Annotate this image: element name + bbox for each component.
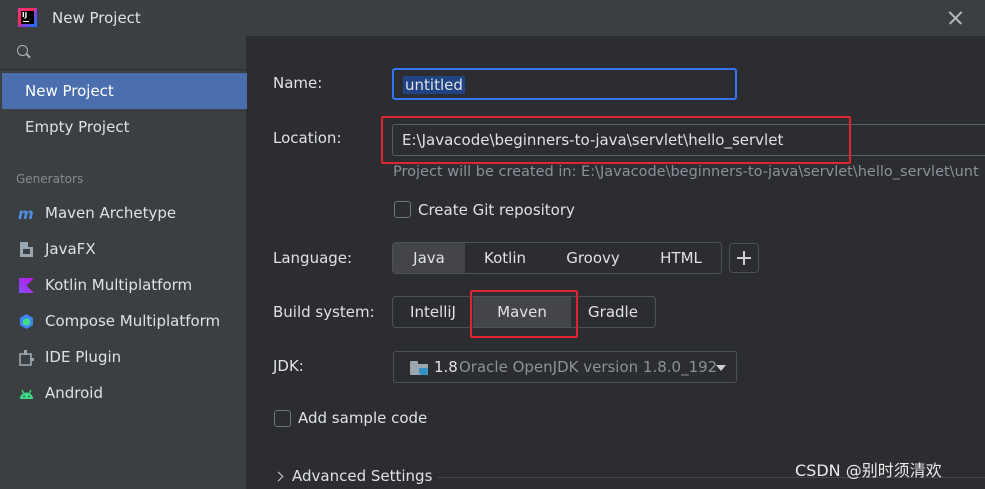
sidebar-search[interactable] [0, 36, 247, 70]
sidebar-item-label: Maven Archetype [45, 204, 177, 222]
build-system-selector: IntelliJ Maven Gradle [392, 296, 656, 328]
sidebar-item-android[interactable]: Android [0, 375, 247, 411]
maven-icon: m [18, 205, 34, 222]
jdk-dropdown[interactable]: 1.8 Oracle OpenJDK version 1.8.0_192 [393, 351, 737, 383]
language-option-html[interactable]: HTML [641, 243, 721, 273]
generators-heading: Generators [16, 172, 84, 186]
chevron-right-icon [273, 471, 284, 482]
build-option-maven[interactable]: Maven [473, 297, 571, 327]
sidebar-item-label: Android [45, 384, 103, 402]
location-hint: Project will be created in: E:\Javacode\… [393, 164, 979, 180]
language-label: Language: [273, 249, 353, 267]
sidebar-item-label: Compose Multiplatform [45, 312, 221, 330]
javafx-icon [20, 242, 33, 257]
sidebar-item-label: Kotlin Multiplatform [45, 276, 193, 294]
advanced-settings-label: Advanced Settings [292, 467, 433, 485]
sample-code-label[interactable]: Add sample code [298, 409, 427, 427]
git-label[interactable]: Create Git repository [418, 201, 575, 219]
sidebar-item-label: New Project [25, 82, 114, 100]
git-checkbox[interactable] [394, 201, 411, 218]
add-language-button[interactable] [729, 243, 759, 273]
sidebar-item-compose-multiplatform[interactable]: Compose Multiplatform [0, 303, 247, 339]
watermark-text: CSDN @别时须清欢 [795, 461, 942, 480]
language-option-groovy[interactable]: Groovy [545, 243, 641, 273]
location-value: E:\Javacode\beginners-to-java\servlet\he… [402, 131, 784, 149]
sidebar-item-maven-archetype[interactable]: m Maven Archetype [0, 195, 247, 231]
build-option-intellij[interactable]: IntelliJ [393, 297, 473, 327]
sidebar-item-label: IDE Plugin [45, 348, 122, 366]
build-system-label: Build system: [273, 303, 375, 321]
jdk-label: JDK: [273, 357, 304, 375]
sidebar-item-label: Empty Project [25, 118, 130, 136]
sidebar-item-new-project[interactable]: New Project [2, 73, 247, 109]
jdk-folder-icon [410, 361, 428, 375]
name-label: Name: [273, 74, 323, 92]
compose-icon [20, 314, 33, 329]
project-form: Name: untitled Location: E:\Javacode\beg… [248, 36, 985, 489]
language-option-java[interactable]: Java [393, 243, 465, 273]
name-value: untitled [403, 76, 465, 94]
name-field[interactable]: untitled [392, 68, 737, 100]
location-field[interactable]: E:\Javacode\beginners-to-java\servlet\he… [392, 124, 985, 156]
title-bar: IJ New Project [0, 0, 985, 36]
language-selector: Java Kotlin Groovy HTML [392, 242, 722, 274]
sidebar-item-kotlin-multiplatform[interactable]: Kotlin Multiplatform [0, 267, 247, 303]
sidebar: New Project Empty Project Generators m M… [0, 36, 247, 489]
close-icon[interactable] [945, 8, 965, 28]
sidebar-item-ide-plugin[interactable]: IDE Plugin [0, 339, 247, 375]
sidebar-item-label: JavaFX [45, 240, 96, 258]
intellij-logo-icon: IJ [18, 8, 37, 27]
jdk-description: Oracle OpenJDK version 1.8.0_192 [459, 358, 718, 376]
location-label: Location: [273, 129, 342, 147]
sidebar-item-javafx[interactable]: JavaFX [0, 231, 247, 267]
android-icon [20, 389, 33, 399]
sidebar-item-empty-project[interactable]: Empty Project [0, 109, 247, 145]
plugin-icon [19, 350, 34, 366]
jdk-version: 1.8 [434, 358, 458, 376]
chevron-down-icon [716, 365, 726, 371]
language-option-kotlin[interactable]: Kotlin [465, 243, 545, 273]
svg-text:m: m [18, 205, 34, 222]
sample-code-checkbox[interactable] [274, 410, 291, 427]
window-title: New Project [52, 9, 141, 27]
search-icon [17, 45, 31, 59]
kotlin-icon [19, 278, 34, 293]
build-option-gradle[interactable]: Gradle [571, 297, 655, 327]
